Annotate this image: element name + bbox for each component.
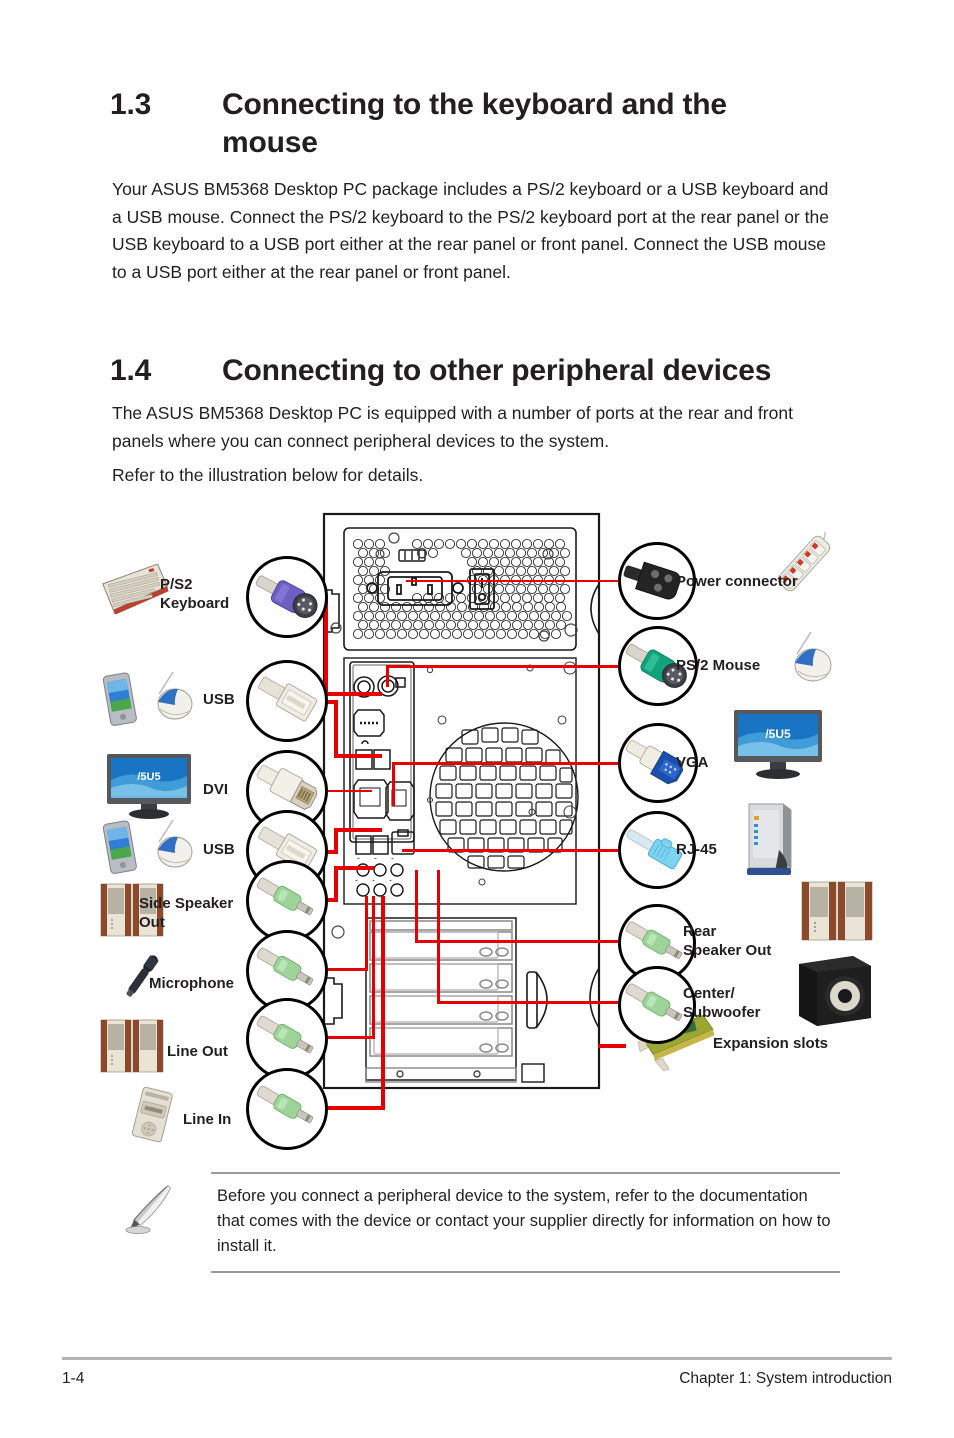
wire-ps2-mouse — [386, 665, 626, 668]
wire-usb-bottom-3 — [334, 828, 382, 832]
left-callout-label-1: USB — [203, 691, 235, 708]
wire-usb-top-3 — [334, 754, 382, 758]
section-title: Connecting to the keyboard and the mouse — [222, 88, 727, 159]
footer-rule — [62, 1357, 892, 1360]
right-callout-label-0: Power connector — [676, 573, 798, 590]
left-callout-label-7: Line In — [183, 1111, 232, 1128]
wire-vga-2 — [392, 762, 395, 806]
svg-text:⌁: ⌁ — [389, 878, 392, 884]
left-callout-label-4: Side Speaker Out — [139, 895, 234, 931]
wire-line-in-2 — [381, 896, 385, 1110]
section-number: 1.3 — [110, 88, 152, 121]
right-callout-label-5: Center/ Subwoofer — [683, 985, 761, 1021]
wire-line-out-2 — [372, 896, 375, 1039]
right-callout-label-3: RJ-45 — [676, 841, 717, 858]
document-page: 1.3 Connecting to the keyboard and the m… — [0, 0, 954, 1438]
left-callout-label-2: DVI — [203, 781, 229, 798]
device-cassette-player — [127, 1086, 181, 1146]
right-callout-label-4: Rear Speaker Out — [683, 923, 772, 959]
section-1-3-paragraph: Your ASUS BM5368 Desktop PC package incl… — [112, 179, 829, 282]
device-pda-top — [101, 670, 141, 730]
wire-ps2-keyboard-3 — [324, 692, 382, 696]
note-bottom-rule — [211, 1271, 840, 1273]
device-mouse-top — [147, 668, 203, 724]
svg-text:⌁: ⌁ — [357, 856, 360, 862]
svg-text:⌁: ⌁ — [355, 878, 358, 884]
section-heading-1-4: 1.4 Connecting to other peripheral devic… — [110, 352, 910, 390]
callout-ps2-keyboard-connector — [246, 556, 328, 638]
wire-vga — [392, 762, 626, 765]
wire-side-speaker-out-3 — [334, 866, 374, 870]
left-callout-label-0: P/S2 Keyboard — [160, 576, 230, 612]
wire-side-speaker-out-2 — [334, 866, 338, 902]
section-heading-1-3: 1.3 Connecting to the keyboard and the m… — [110, 86, 830, 162]
svg-text:⌁: ⌁ — [372, 878, 375, 884]
right-callout-label-1: PS/2 Mouse — [676, 657, 761, 674]
footer-page-number: 1-4 — [62, 1370, 85, 1387]
device-lcd-monitor-left: /5U5 — [103, 750, 195, 820]
device-speakers-rear — [800, 878, 876, 946]
wire-power-connector — [406, 580, 626, 582]
wire-rear-speaker-out — [415, 870, 418, 942]
wire-rj45 — [402, 849, 626, 852]
left-callout-label-5: Microphone — [149, 975, 234, 992]
svg-text:/5U5: /5U5 — [137, 771, 160, 783]
right-callout-label-2: VGA — [676, 754, 709, 771]
device-mouse-bottom — [147, 816, 203, 872]
device-router — [735, 798, 801, 880]
wire-center-subwoofer — [437, 870, 440, 1004]
section-number: 1.4 — [110, 354, 152, 387]
svg-text:⌁: ⌁ — [374, 856, 377, 862]
section-title: Connecting to other peripheral devices — [222, 354, 772, 387]
wire-center-subwoofer-2 — [437, 1001, 626, 1004]
callout-line-in-jack — [246, 1068, 328, 1150]
wire-rear-speaker-out-2 — [415, 940, 626, 943]
section-1-4-paragraph-1: The ASUS BM5368 Desktop PC is equipped w… — [112, 403, 793, 451]
footer-chapter: Chapter 1: System introduction — [679, 1370, 892, 1387]
section-1-4-paragraph-2: Refer to the illustration below for deta… — [112, 465, 424, 485]
rear-panel-connection-diagram: ⌁ ⌁ ⌁ ⌁ ⌁ ⌁ P/S2 Keyboard USB /5U5 DVI U… — [95, 498, 873, 1158]
note-text: Before you connect a peripheral device t… — [217, 1187, 831, 1255]
left-callout-label-3: USB — [203, 841, 235, 858]
left-callout-label-6: Line Out — [167, 1043, 228, 1060]
svg-text:/5U5: /5U5 — [765, 727, 791, 741]
note-pen-icon — [120, 1180, 176, 1236]
wire-ps2-mouse-2 — [386, 665, 389, 687]
wire-microphone-2 — [365, 896, 368, 971]
note-box: Before you connect a peripheral device t… — [211, 1172, 840, 1273]
right-callout-label-6: Expansion slots — [713, 1035, 829, 1052]
device-pda-bottom — [101, 818, 141, 878]
svg-text:⌁: ⌁ — [391, 856, 394, 862]
wire-usb-top-2 — [334, 700, 338, 758]
device-speakers-line-out — [99, 1016, 165, 1076]
wire-expansion-slots — [598, 1044, 626, 1048]
device-subwoofer — [795, 952, 875, 1028]
